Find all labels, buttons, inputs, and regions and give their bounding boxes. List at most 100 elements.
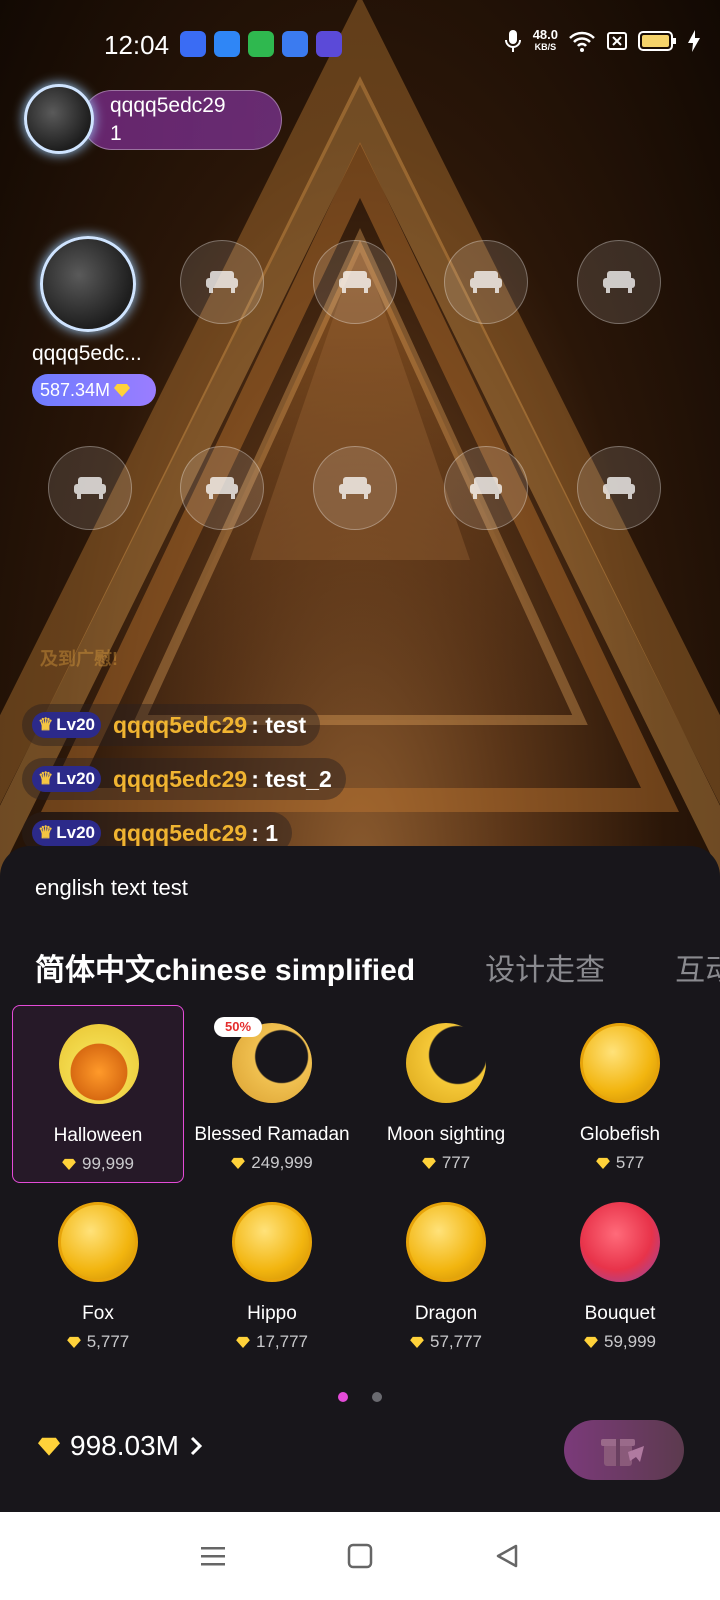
status-time: 12:04: [104, 30, 170, 60]
level-badge: ♛ Lv20: [32, 820, 101, 846]
page-dot-active[interactable]: [338, 1392, 348, 1402]
diamond-icon: [62, 1158, 76, 1170]
diamond-icon: [114, 384, 131, 397]
chat-message[interactable]: ♛ Lv20 qqqq5edc29 : test_2: [22, 758, 346, 800]
diamond-icon: [231, 1157, 246, 1169]
mic-score-value: 587.34M: [40, 379, 111, 400]
send-gift-button[interactable]: [564, 1420, 684, 1480]
diamond-icon: [236, 1336, 250, 1348]
diamond-icon: [410, 1336, 424, 1348]
empty-seat[interactable]: [180, 240, 264, 324]
level-badge: ♛ Lv20: [32, 766, 101, 792]
tab-interactive[interactable]: 互动: [675, 945, 720, 989]
chat-user[interactable]: qqqq5edc29: [113, 820, 247, 847]
chat-text: : 1: [251, 819, 279, 846]
diamond-icon: [595, 1157, 610, 1169]
gift-name: Moon sighting: [386, 1124, 506, 1145]
crown-icon: ♛: [38, 715, 54, 734]
empty-seat[interactable]: [180, 446, 264, 530]
microphone-icon: [504, 30, 521, 52]
tab-design-review[interactable]: 设计走查: [485, 945, 605, 989]
empty-seat[interactable]: [313, 446, 397, 530]
host-avatar[interactable]: [24, 84, 94, 154]
level-badge: ♛ Lv20: [32, 712, 101, 738]
level-text: Lv20: [56, 715, 95, 734]
dragon-coin-icon: [406, 1202, 486, 1282]
empty-seat[interactable]: [577, 240, 661, 324]
gift-item[interactable]: Fox 5,777: [12, 1184, 184, 1362]
menu-icon[interactable]: [200, 1545, 226, 1567]
chat-message[interactable]: ♛ Lv20 qqqq5edc29 : test: [22, 704, 321, 746]
gift-item[interactable]: Globefish 577: [534, 1005, 706, 1183]
gift-price: 249,999: [186, 1153, 358, 1173]
no-sim-icon: [607, 32, 627, 50]
wifi-icon: [569, 31, 595, 52]
gift-price-value: 777: [441, 1153, 471, 1172]
gift-price: 777: [360, 1153, 532, 1173]
gift-item[interactable]: 50% Blessed Ramadan 249,999: [186, 1005, 358, 1183]
diamond-icon: [584, 1336, 598, 1348]
gift-price-value: 17,777: [256, 1332, 308, 1351]
empty-seat[interactable]: [577, 446, 661, 530]
gift-price-value: 249,999: [251, 1153, 313, 1172]
diamond-icon: [66, 1336, 81, 1348]
level-text: Lv20: [56, 769, 95, 788]
sofa-icon: [470, 271, 502, 293]
sofa-icon: [206, 477, 238, 499]
rose-bouquet-icon: [580, 1202, 660, 1282]
page-dot[interactable]: [372, 1392, 382, 1402]
balance[interactable]: 998.03M: [38, 1430, 203, 1462]
globefish-coin-icon: [580, 1023, 660, 1103]
sofa-icon: [339, 477, 371, 499]
gift-tabs: 简体中文chinese simplified 设计走查 互动: [35, 945, 720, 989]
chat-user[interactable]: qqqq5edc29: [113, 766, 247, 793]
charging-icon: [688, 30, 700, 52]
home-icon[interactable]: [347, 1543, 373, 1569]
baidu-app-icon: [180, 31, 206, 57]
back-icon[interactable]: [494, 1543, 520, 1569]
gift-item[interactable]: Hippo 17,777: [186, 1184, 358, 1362]
crown-icon: ♛: [38, 823, 54, 842]
crown-icon: ♛: [38, 769, 54, 788]
gift-name: Dragon: [414, 1303, 478, 1324]
empty-seat[interactable]: [444, 240, 528, 324]
moon-star-icon: [406, 1023, 486, 1103]
sofa-icon: [603, 271, 635, 293]
search-app-icon: [282, 31, 308, 57]
gift-item[interactable]: Moon sighting 777: [360, 1005, 532, 1183]
battery-icon: [638, 31, 676, 51]
empty-seat[interactable]: [48, 446, 132, 530]
chat-user[interactable]: qqqq5edc29: [113, 712, 247, 739]
gift-price-value: 57,777: [430, 1332, 482, 1351]
mic-score-badge: 587.34M: [32, 374, 156, 406]
sofa-icon: [206, 271, 238, 293]
chat-text: : test_2: [251, 765, 332, 792]
empty-seat[interactable]: [444, 446, 528, 530]
gift-price: 59,999: [534, 1332, 706, 1352]
empty-seat[interactable]: [313, 240, 397, 324]
gift-price-value: 5,777: [86, 1332, 130, 1351]
gift-price: 57,777: [360, 1332, 532, 1352]
system-nav-bar: [0, 1512, 720, 1600]
fox-coin-icon: [58, 1202, 138, 1282]
sofa-icon: [603, 477, 635, 499]
gift-price: 99,999: [13, 1154, 183, 1174]
gift-item[interactable]: Dragon 57,777: [360, 1184, 532, 1362]
status-bar: 12:04 48.0 KB/S: [0, 0, 720, 90]
mic-avatar[interactable]: [40, 236, 136, 332]
gift-price: 5,777: [12, 1332, 184, 1352]
host-count: 1: [110, 122, 122, 145]
gift-item[interactable]: Bouquet 59,999: [534, 1184, 706, 1362]
balance-value: 998.03M: [70, 1430, 179, 1461]
gift-price-value: 59,999: [604, 1332, 656, 1351]
gift-price: 17,777: [186, 1332, 358, 1352]
hippo-coin-icon: [232, 1202, 312, 1282]
net-speed-unit: KB/S: [534, 42, 557, 52]
gift-price-value: 577: [615, 1153, 645, 1172]
gift-item[interactable]: Halloween 99,999: [12, 1005, 184, 1183]
gift-name: Hippo: [247, 1303, 297, 1324]
diamond-icon: [38, 1437, 60, 1456]
host-name: qqqq5edc29: [110, 94, 226, 117]
sofa-icon: [470, 477, 502, 499]
tab-chinese-simplified[interactable]: 简体中文chinese simplified: [35, 945, 415, 989]
